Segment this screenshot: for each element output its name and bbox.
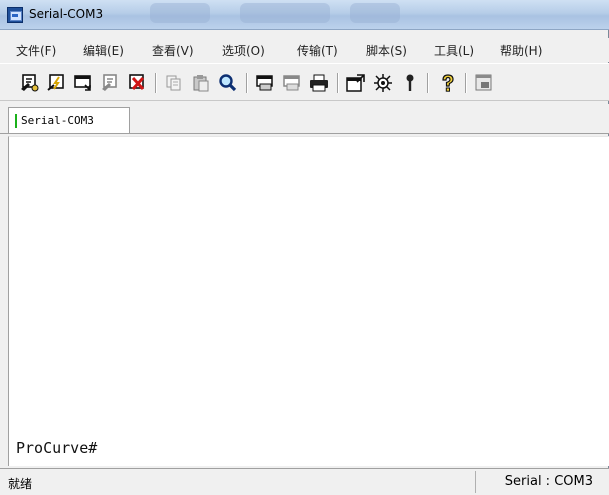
- status-divider: [475, 471, 476, 493]
- paste-icon[interactable]: [190, 72, 212, 94]
- reconnect-icon[interactable]: [100, 72, 122, 94]
- global-options-icon[interactable]: [372, 72, 394, 94]
- status-connection-text: Serial : COM3: [504, 474, 593, 489]
- print-selection-icon[interactable]: [281, 72, 303, 94]
- menu-script[interactable]: 脚本(S): [363, 41, 410, 60]
- find-icon[interactable]: [217, 72, 239, 94]
- menu-file[interactable]: 文件(F): [13, 41, 59, 60]
- window-title: Serial-COM3: [29, 7, 104, 21]
- status-ready-text: 就绪: [8, 477, 33, 491]
- quick-connect-icon[interactable]: [46, 72, 68, 94]
- keymap-icon[interactable]: [399, 72, 421, 94]
- disconnect-icon[interactable]: [127, 72, 149, 94]
- printer-icon[interactable]: [308, 72, 330, 94]
- app-icon: [7, 7, 23, 23]
- menu-options[interactable]: 选项(O): [219, 41, 268, 60]
- terminal-area[interactable]: ProCurve#: [8, 136, 609, 466]
- help-icon[interactable]: [437, 72, 459, 94]
- title-bar[interactable]: Serial-COM3: [0, 0, 609, 30]
- menu-help[interactable]: 帮助(H): [497, 41, 545, 60]
- print-screen-icon[interactable]: [254, 72, 276, 94]
- status-bar: 就绪 Serial : COM3: [0, 468, 609, 495]
- sftp-icon[interactable]: [473, 72, 495, 94]
- connect-in-tab-icon[interactable]: [73, 72, 95, 94]
- session-options-icon[interactable]: [345, 72, 367, 94]
- menu-transfer[interactable]: 传输(T): [294, 41, 341, 60]
- session-tab-label: Serial-COM3: [21, 114, 94, 127]
- toolbar: [0, 63, 609, 101]
- copy-icon[interactable]: [163, 72, 185, 94]
- session-tab-bar: Serial-COM3: [0, 104, 609, 134]
- menu-bar: 文件(F) 编辑(E) 查看(V) 选项(O) 传输(T) 脚本(S) 工具(L…: [0, 38, 609, 62]
- menu-view[interactable]: 查看(V): [149, 41, 197, 60]
- menu-edit[interactable]: 编辑(E): [80, 41, 127, 60]
- terminal-prompt: ProCurve#: [16, 439, 98, 457]
- menu-tools[interactable]: 工具(L): [431, 41, 477, 60]
- connect-icon[interactable]: [19, 72, 41, 94]
- app-window: Serial-COM3 文件(F) 编辑(E) 查看(V) 选项(O) 传输(T…: [0, 0, 609, 495]
- connection-status-indicator: [15, 114, 17, 128]
- session-tab[interactable]: Serial-COM3: [8, 107, 130, 133]
